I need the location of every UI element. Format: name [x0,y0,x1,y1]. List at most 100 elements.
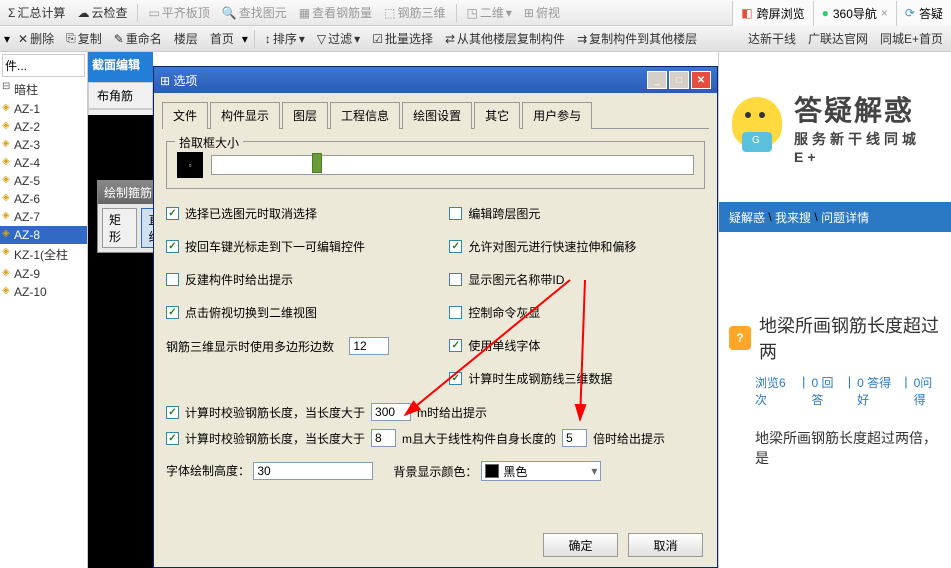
rename-button[interactable]: ✎重命名 [110,28,166,49]
chk-topview-2d[interactable] [166,306,179,319]
dropdown-icon[interactable]: ▾ [4,32,10,46]
rebar-3d-button: ⬚ 钢筋三维 [380,2,449,23]
pickbox-slider[interactable] [211,155,694,175]
chk-gray-cmd[interactable] [449,306,462,319]
dialog-title-text: 选项 [173,74,197,88]
tree-item[interactable]: AZ-7 [0,208,87,226]
filter-button[interactable]: ▽过滤▾ [313,28,364,49]
dim2d-select: ◳ 二维 ▾ [463,2,516,23]
question-meta: 浏览6 次 | 0 回答 | 0 答得好 | 0问得 [719,374,951,418]
delete-button[interactable]: ✕删除 [14,28,58,49]
cancel-button[interactable]: 取消 [628,533,703,557]
rect-button[interactable]: 矩形 [102,208,137,248]
label: 倍时给出提示 [593,430,665,447]
dialog-titlebar[interactable]: ⊞ 选项 _ □ ✕ [154,67,717,93]
chk-enter-next[interactable] [166,240,179,253]
chk-reverse-hint[interactable] [166,273,179,286]
dialog-icon: ⊞ [160,74,170,88]
search-input[interactable]: 件... [2,54,85,77]
crumb-link[interactable]: 疑解惑 [729,209,765,226]
font-height-input[interactable] [253,462,373,480]
chk-verify-len2[interactable] [166,432,179,445]
chk-show-id[interactable] [449,273,462,286]
close-button[interactable]: ✕ [691,71,711,89]
chk-label: 允许对图元进行快速拉伸和偏移 [468,238,636,255]
mascot-icon: G [727,87,786,167]
tree-item[interactable]: AZ-5 [0,172,87,190]
tab-user[interactable]: 用户参与 [522,102,592,129]
cloud-check-button[interactable]: ☁ 云检查 [73,2,131,23]
section-edit-title: 截面编辑 [88,52,153,82]
batch-select-button[interactable]: ☑批量选择 [368,28,437,49]
question-icon: ? [729,326,751,350]
tree-item[interactable]: AZ-6 [0,190,87,208]
tab-project[interactable]: 工程信息 [330,102,400,129]
sub-tab-corner[interactable]: 布角筋 [88,82,153,109]
check-rebar-button: ▦ 查看钢筋量 [295,2,376,23]
polygon-label: 钢筋三维显示时使用多边形边数 [166,338,334,355]
polygon-input[interactable] [349,337,389,355]
len2-input[interactable] [371,429,396,447]
tab-cross-screen[interactable]: ◧跨屏浏览 [732,1,812,26]
bg-color-label: 背景显示颜色： [393,463,477,480]
tree-item[interactable]: AZ-4 [0,154,87,172]
tab-drawing[interactable]: 绘图设置 [402,102,472,129]
home-button[interactable]: 首页 [206,28,238,49]
chk-fast-stretch[interactable] [449,240,462,253]
sort-button[interactable]: ↕排序▾ [261,28,309,49]
dropdown-icon[interactable]: ▾ [242,32,248,46]
label: m且大于线性构件自身长度的 [402,430,556,447]
chk-verify-len1[interactable] [166,406,179,419]
chk-deselect[interactable] [166,207,179,220]
len2-mult-input[interactable] [562,429,587,447]
chk-label: 按回车键光标走到下一可编辑控件 [185,238,365,255]
minimize-button[interactable]: _ [647,71,667,89]
crumb-link[interactable]: 问题详情 [821,209,869,226]
floor-button[interactable]: 楼层 [170,28,202,49]
pickbox-legend: 拾取框大小 [175,134,243,151]
chk-label: 反建构件时给出提示 [185,271,293,288]
label: 计算时校验钢筋长度，当长度大于 [185,404,365,421]
tree-item-selected[interactable]: AZ-8 [0,226,87,244]
tab-dayi[interactable]: ⟳答疑 [896,1,951,26]
tree-item[interactable]: AZ-1 [0,100,87,118]
chk-label: 点击俯视切换到二维视图 [185,304,317,321]
sum-calc-button[interactable]: Σ 汇总计算 [4,2,69,23]
bg-color-select[interactable]: 黑色▾ [481,461,601,481]
link-tongcheng[interactable]: 同城E+首页 [880,30,943,47]
tree-item[interactable]: AZ-3 [0,136,87,154]
tab-file[interactable]: 文件 [162,102,208,129]
browser-tabs: ◧跨屏浏览 ●360导航× ⟳答疑 [732,0,951,26]
find-elem-button: 🔍 查找图元 [218,2,291,23]
chk-gen-3d-rebar[interactable] [449,372,462,385]
ok-button[interactable]: 确定 [543,533,618,557]
chk-label: 选择已选图元时取消选择 [185,205,317,222]
pickbox-preview: ▫ [177,152,203,178]
link-xinganxian[interactable]: 达新干线 [748,30,796,47]
label: m时给出提示 [417,404,487,421]
copy-button[interactable]: ⎘复制 [62,28,106,49]
tab-360[interactable]: ●360导航× [813,1,896,26]
len1-input[interactable] [371,403,411,421]
tree-root[interactable]: 暗柱 [0,79,87,100]
tree-item[interactable]: AZ-2 [0,118,87,136]
breadcrumb: 疑解惑 \ 我来搜 \ 问题详情 [719,202,951,232]
copy-to-button[interactable]: ⇉复制构件到其他楼层 [573,28,701,49]
tab-layer[interactable]: 图层 [282,102,328,129]
brand-subtitle: 服务新干线同城E+ [794,129,943,165]
chk-single-line-font[interactable] [449,339,462,352]
crumb-link[interactable]: 我来搜 [775,209,811,226]
tree-item[interactable]: KZ-1(全柱 [0,244,87,265]
tree-item[interactable]: AZ-9 [0,265,87,283]
copy-from-button[interactable]: ⇄从其他楼层复制构件 [441,28,569,49]
chk-label: 使用单线字体 [468,337,540,354]
brand-title: 答疑解惑 [794,89,943,129]
chk-cross-floor[interactable] [449,207,462,220]
link-glodon[interactable]: 广联达官网 [808,30,868,47]
top-links: 达新干线 广联达官网 同城E+首页 [740,26,951,50]
tree-item[interactable]: AZ-10 [0,283,87,301]
tab-other[interactable]: 其它 [474,102,520,129]
maximize-button[interactable]: □ [669,71,689,89]
options-dialog: ⊞ 选项 _ □ ✕ 文件 构件显示 图层 工程信息 绘图设置 其它 用户参与 … [153,66,718,568]
tab-display[interactable]: 构件显示 [210,102,280,129]
